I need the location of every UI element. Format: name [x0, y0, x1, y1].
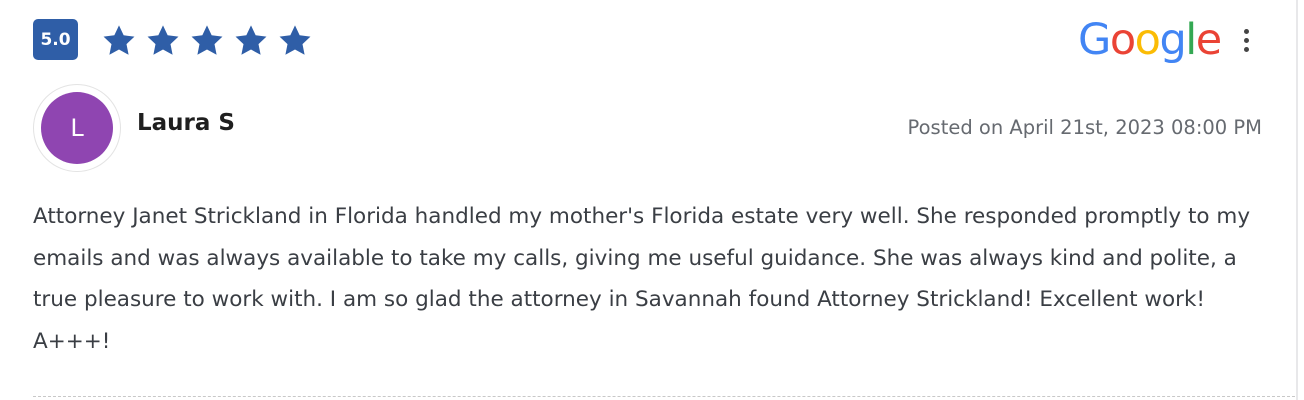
more-vertical-icon-dot	[1243, 46, 1249, 52]
reviewer-name: Laura S	[137, 110, 235, 136]
more-vertical-icon-dot	[1243, 28, 1249, 34]
review-card: 5.0 Google L Laura S Posted on April 21s…	[0, 0, 1304, 400]
google-logo-letter: g	[1159, 15, 1186, 65]
google-logo: Google	[1078, 12, 1222, 68]
star-icon	[189, 23, 225, 59]
avatar-initial: L	[41, 92, 113, 164]
star-icon	[101, 23, 137, 59]
google-logo-letter: G	[1078, 15, 1111, 65]
posted-date: Posted on April 21st, 2023 08:00 PM	[907, 116, 1262, 139]
star-rating	[101, 22, 321, 60]
google-logo-letter: o	[1134, 15, 1161, 65]
star-icon	[145, 23, 181, 59]
google-logo-letter: e	[1195, 15, 1222, 65]
google-logo-letter: l	[1185, 15, 1197, 65]
more-vertical-icon-dot	[1243, 37, 1249, 43]
avatar: L	[33, 84, 121, 172]
review-text: Attorney Janet Strickland in Florida han…	[33, 204, 1251, 354]
divider	[33, 396, 1295, 397]
rating-badge: 5.0	[33, 19, 78, 60]
google-logo-letter: o	[1109, 15, 1136, 65]
card-edge	[1296, 0, 1298, 400]
star-icon	[277, 23, 313, 59]
star-icon	[233, 23, 269, 59]
more-options-button[interactable]	[1234, 22, 1258, 58]
